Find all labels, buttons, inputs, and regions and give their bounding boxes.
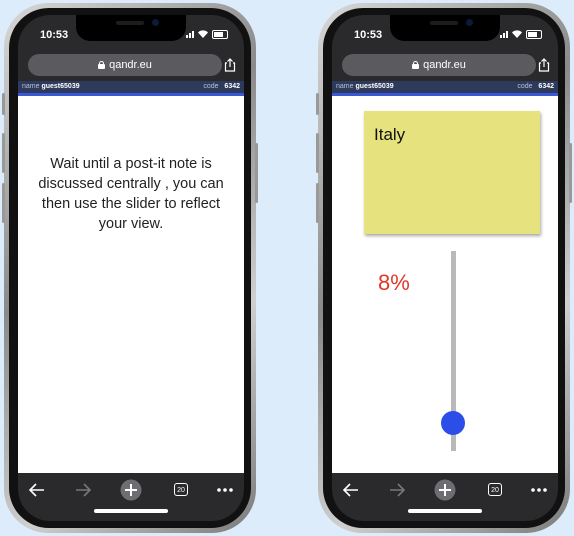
name-value: guest65039 <box>41 83 80 90</box>
url-text: qandr.eu <box>423 59 466 71</box>
volume-down-button <box>316 183 319 223</box>
session-code: code 6342 <box>517 83 554 90</box>
session-info-bar: name guest65039 code 6342 <box>18 81 244 96</box>
phone-right: 10:53 qandr.eu name guest65039 code 6342 <box>316 3 572 533</box>
mute-switch <box>2 93 5 115</box>
slider-thumb[interactable] <box>441 411 465 435</box>
forward-arrow-icon[interactable] <box>72 479 94 501</box>
status-icons <box>500 29 542 39</box>
phone-left: 10:53 qandr.eu name guest65039 code 6342 <box>2 3 258 533</box>
lock-icon <box>412 61 420 69</box>
code-value: 6342 <box>224 83 240 90</box>
wifi-icon <box>198 30 208 38</box>
more-menu-icon[interactable] <box>214 479 236 501</box>
session-code: code 6342 <box>203 83 240 90</box>
session-info-bar: name guest65039 code 6342 <box>332 81 558 96</box>
status-time: 10:53 <box>40 29 69 41</box>
screen: 10:53 qandr.eu name guest65039 code 6342 <box>332 15 558 521</box>
name-label: name <box>336 83 354 90</box>
back-arrow-icon[interactable] <box>26 479 48 501</box>
url-text: qandr.eu <box>109 59 152 71</box>
wait-message: Wait until a post-it note is discussed c… <box>38 156 224 232</box>
page-content: Wait until a post-it note is discussed c… <box>18 96 244 473</box>
wifi-icon <box>512 30 522 38</box>
home-indicator <box>408 509 482 513</box>
notch <box>390 15 500 41</box>
power-button <box>255 143 258 203</box>
address-bar: qandr.eu <box>18 51 244 81</box>
browser-toolbar: 20 <box>332 473 558 521</box>
browser-toolbar: 20 <box>18 473 244 521</box>
tabs-icon[interactable]: 20 <box>174 483 188 496</box>
back-arrow-icon[interactable] <box>340 479 362 501</box>
share-icon[interactable] <box>224 58 236 72</box>
battery-icon <box>212 29 228 39</box>
forward-arrow-icon[interactable] <box>386 479 408 501</box>
name-value: guest65039 <box>355 83 394 90</box>
volume-down-button <box>2 183 5 223</box>
slider-percent: 8% <box>378 270 410 295</box>
postit-note: Italy <box>364 111 540 234</box>
url-field[interactable]: qandr.eu <box>342 54 536 76</box>
new-tab-plus-icon[interactable] <box>434 479 456 501</box>
code-value: 6342 <box>538 83 554 90</box>
url-field[interactable]: qandr.eu <box>28 54 222 76</box>
volume-up-button <box>316 133 319 173</box>
address-bar: qandr.eu <box>332 51 558 81</box>
code-label: code <box>203 83 219 90</box>
more-menu-icon[interactable] <box>528 479 550 501</box>
power-button <box>569 143 572 203</box>
postit-text: Italy <box>374 125 406 144</box>
battery-icon <box>526 29 542 39</box>
signal-icon <box>500 30 508 38</box>
session-name: name guest65039 <box>336 83 394 90</box>
status-icons <box>186 29 228 39</box>
session-name: name guest65039 <box>22 83 80 90</box>
status-bar: 10:53 <box>332 15 558 51</box>
name-label: name <box>22 83 40 90</box>
signal-icon <box>186 30 194 38</box>
home-indicator <box>94 509 168 513</box>
volume-up-button <box>2 133 5 173</box>
notch <box>76 15 186 41</box>
status-bar: 10:53 <box>18 15 244 51</box>
tabs-icon[interactable]: 20 <box>488 483 502 496</box>
screen: 10:53 qandr.eu name guest65039 code 6342 <box>18 15 244 521</box>
lock-icon <box>98 61 106 69</box>
share-icon[interactable] <box>538 58 550 72</box>
mute-switch <box>316 93 319 115</box>
code-label: code <box>517 83 533 90</box>
page-content: Italy 8% <box>332 96 558 473</box>
status-time: 10:53 <box>354 29 383 41</box>
new-tab-plus-icon[interactable] <box>120 479 142 501</box>
